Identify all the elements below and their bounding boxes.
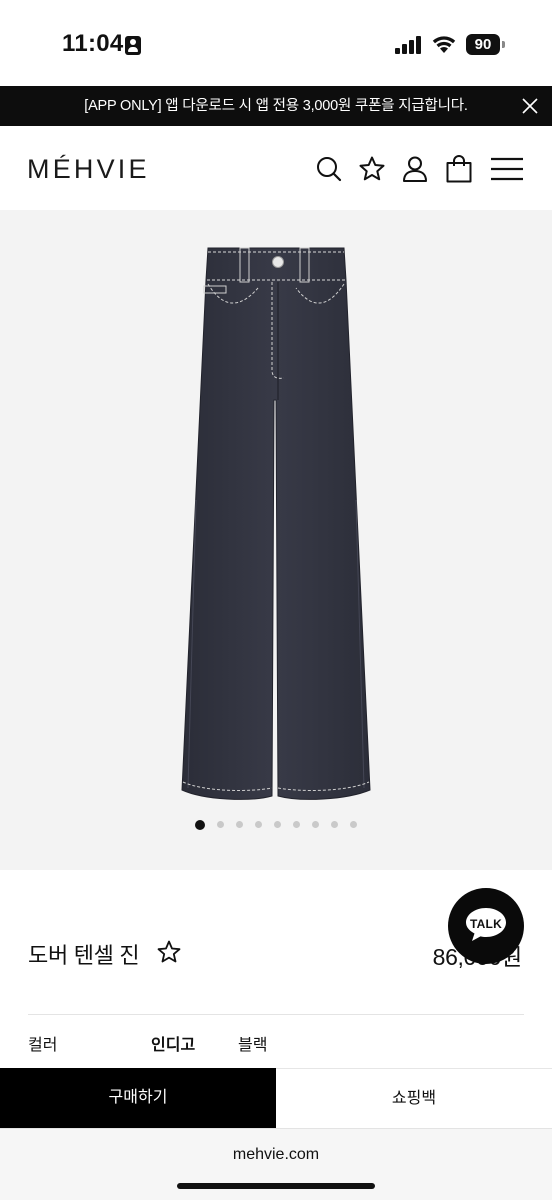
wishlist-star-icon[interactable] [156, 939, 182, 965]
gallery-dot[interactable] [217, 821, 224, 829]
brand-logo[interactable]: MÉHVIE [27, 154, 150, 185]
status-time: 11:04 [62, 30, 124, 57]
shopping-bag-icon[interactable] [444, 154, 474, 184]
gallery-dot[interactable] [236, 821, 243, 829]
talk-label: TALK [470, 917, 502, 931]
product-name: 도버 텐셀 진 [28, 943, 140, 968]
gallery-dot[interactable] [312, 821, 319, 829]
cellular-signal-icon [395, 36, 423, 54]
star-icon[interactable] [357, 154, 387, 184]
gallery-dot[interactable] [274, 821, 281, 829]
browser-address-bar[interactable]: mehvie.com [0, 1128, 552, 1200]
gallery-dot[interactable] [195, 819, 205, 830]
status-bar: 11:04 90 [0, 0, 552, 86]
product-gallery[interactable] [0, 210, 552, 870]
user-icon[interactable] [400, 154, 430, 184]
color-option-black[interactable]: 블랙 [238, 1031, 267, 1055]
add-to-bag-button[interactable]: 쇼핑백 [276, 1068, 552, 1128]
home-indicator [177, 1183, 375, 1189]
gallery-dot[interactable] [331, 821, 338, 829]
buy-button[interactable]: 구매하기 [0, 1068, 276, 1128]
search-icon[interactable] [314, 154, 344, 184]
wifi-icon [432, 36, 456, 53]
url-text[interactable]: mehvie.com [0, 1146, 552, 1164]
product-image-jeans[interactable] [160, 240, 392, 820]
gallery-dot[interactable] [350, 821, 357, 829]
divider [28, 1014, 524, 1015]
menu-icon[interactable] [490, 154, 524, 184]
gallery-pagination[interactable] [0, 816, 552, 830]
battery-indicator: 90 [466, 34, 505, 55]
gallery-dot[interactable] [293, 821, 300, 829]
close-icon[interactable] [520, 96, 540, 116]
color-option-indigo[interactable]: 인디고 [151, 1031, 195, 1055]
color-label: 컬러 [28, 1037, 58, 1054]
site-header: MÉHVIE [0, 126, 552, 210]
talk-chat-button[interactable]: TALK [448, 888, 524, 964]
gallery-dot[interactable] [255, 821, 262, 829]
id-badge-icon [125, 36, 141, 55]
promo-banner[interactable]: [APP ONLY] 앱 다운로드 시 앱 전용 3,000원 쿠폰을 지급합니… [0, 86, 552, 126]
promo-text: [APP ONLY] 앱 다운로드 시 앱 전용 3,000원 쿠폰을 지급합니… [84, 98, 468, 114]
